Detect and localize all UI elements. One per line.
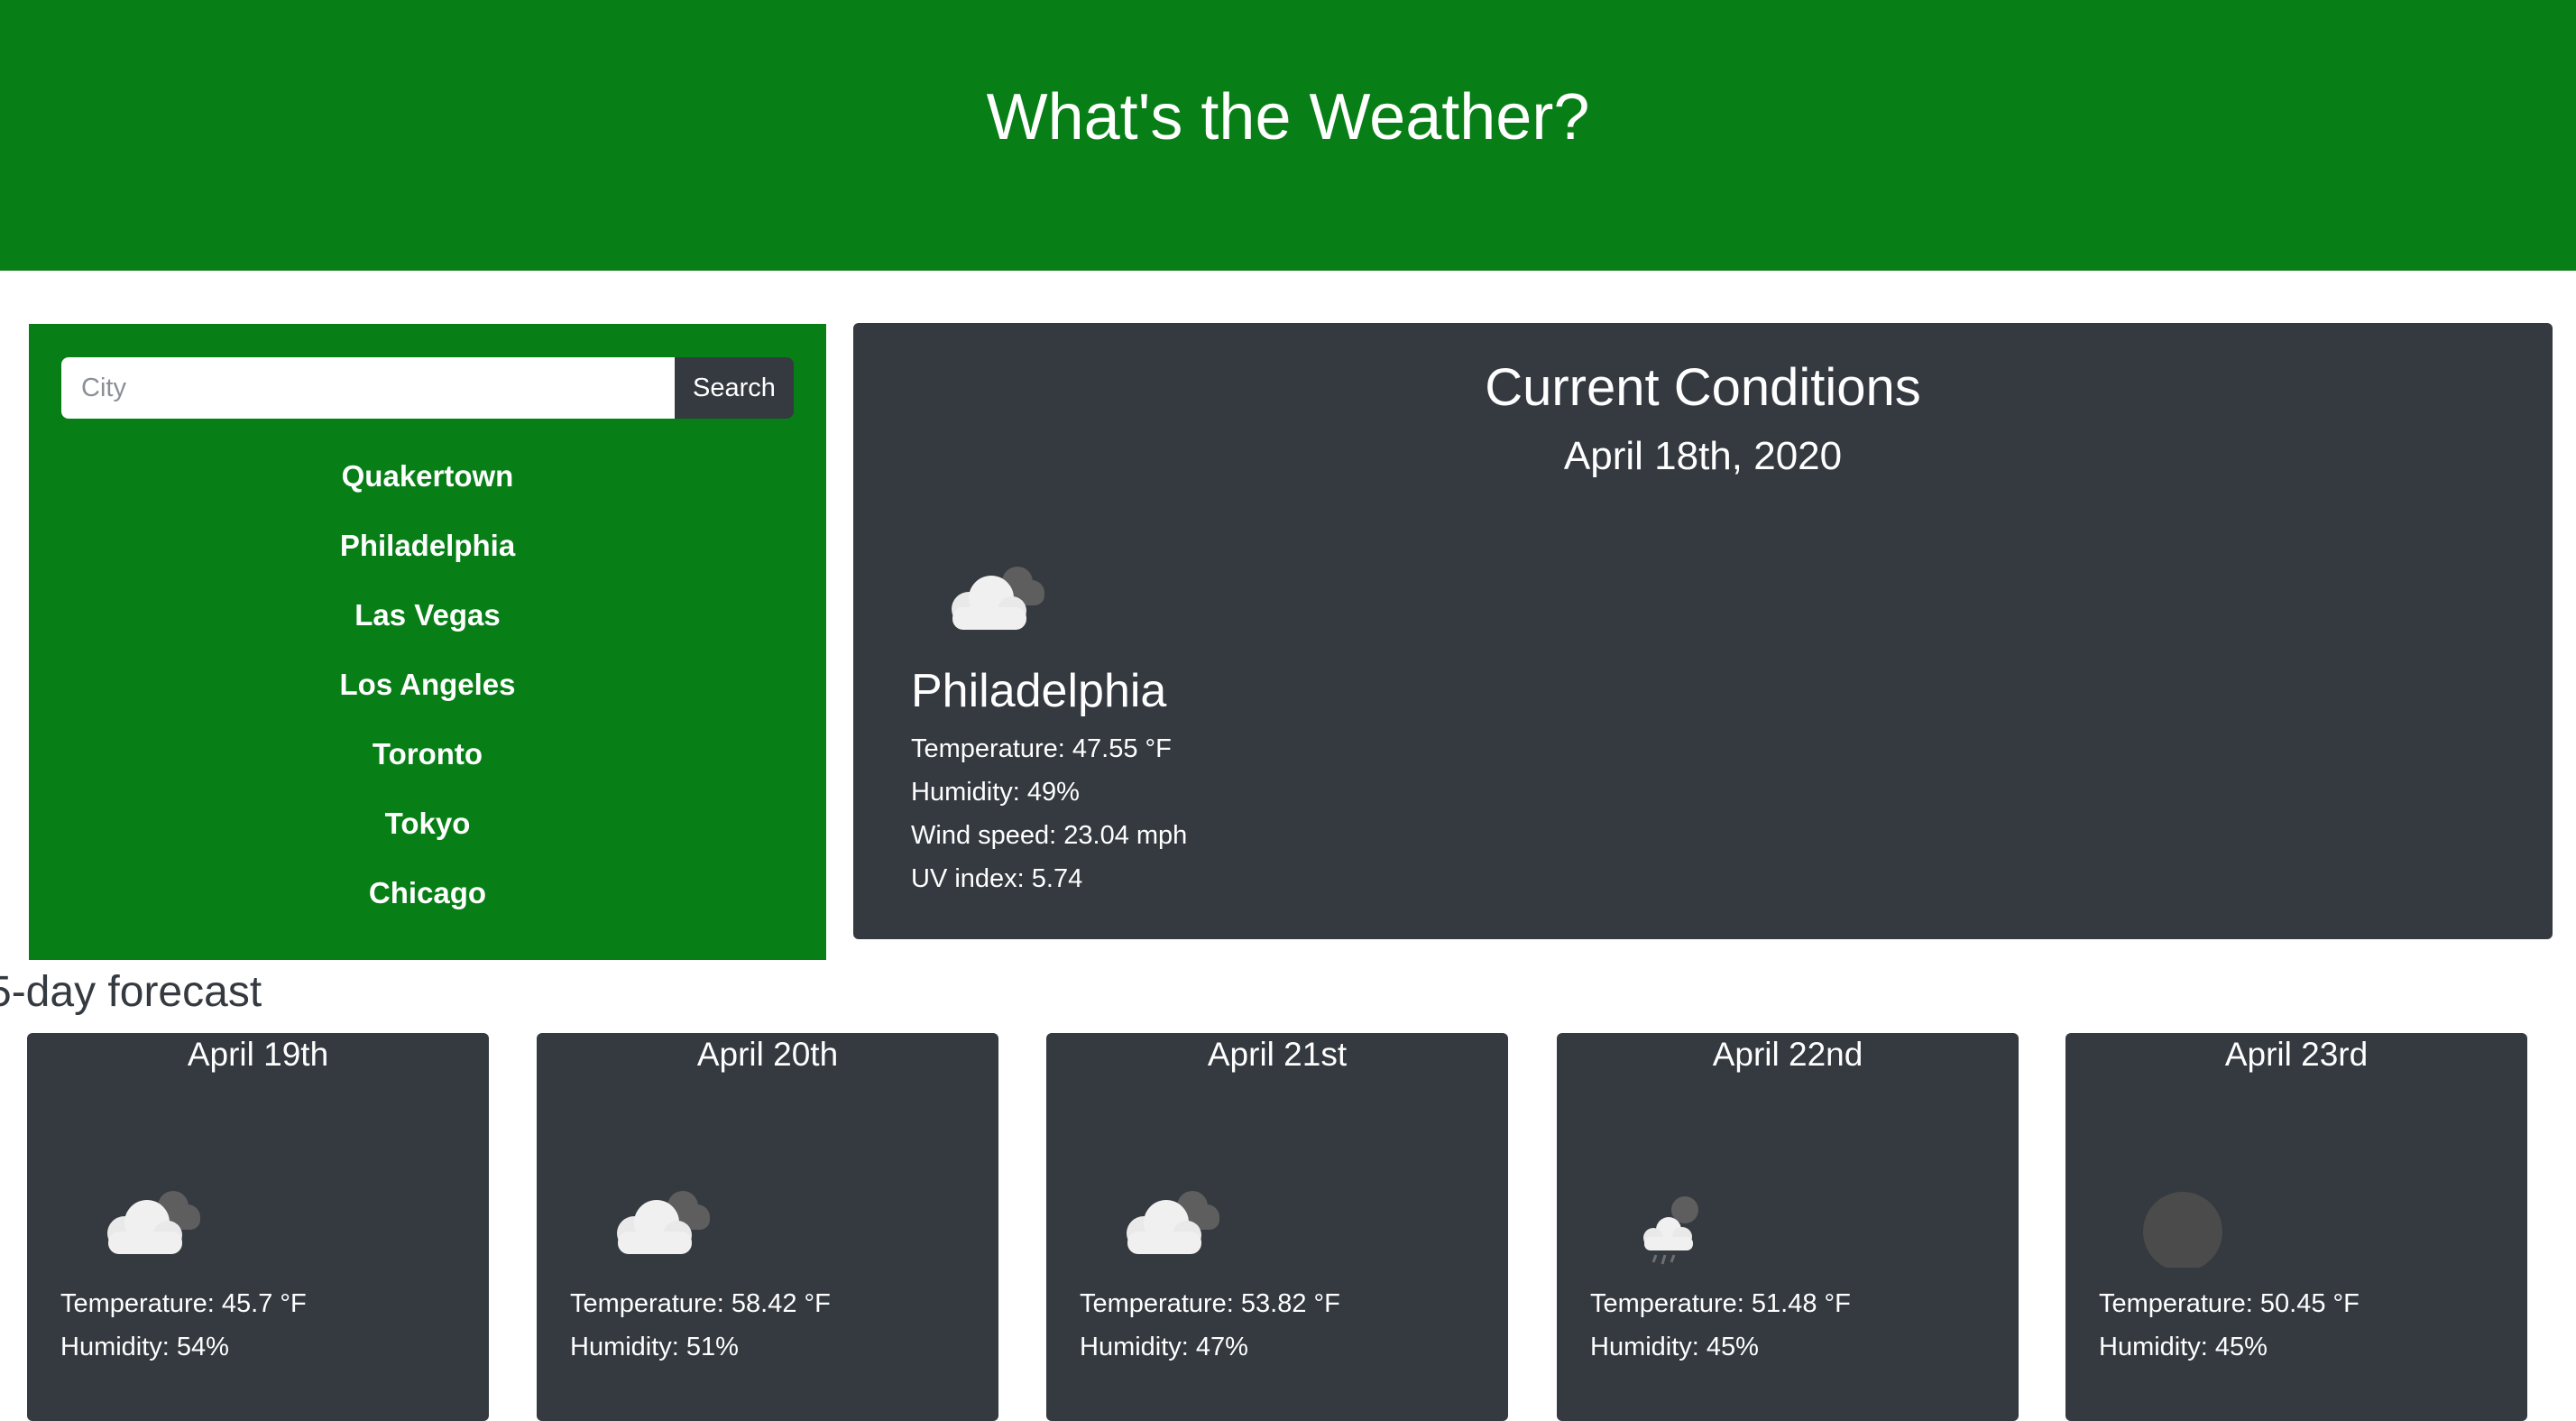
forecast-humidity: Humidity: 51% (570, 1333, 739, 1361)
page-title: What's the Weather? (986, 81, 1590, 153)
current-wind-speed: Wind speed: 23.04 mph (911, 821, 1188, 850)
forecast-humidity: Humidity: 54% (60, 1333, 229, 1361)
forecast-temperature: Temperature: 53.82 °F (1080, 1289, 1340, 1318)
forecast-stats: Temperature: 50.45 °F Humidity: 45% (2099, 1282, 2360, 1369)
page-header: What's the Weather? (0, 0, 2576, 271)
forecast-stats: Temperature: 58.42 °F Humidity: 51% (570, 1282, 831, 1369)
city-item-las-vegas[interactable]: Las Vegas (29, 580, 826, 650)
city-history-list: Quakertown Philadelphia Las Vegas Los An… (29, 441, 826, 927)
current-date: April 18th, 2020 (1563, 434, 1843, 478)
forecast-card: April 22nd Temperature: 51.48 °F Humidit… (1557, 1033, 2019, 1421)
broken-clouds-icon (1100, 1159, 1236, 1268)
forecast-stats: Temperature: 45.7 °F Humidity: 54% (60, 1282, 307, 1369)
forecast-date: April 22nd (1712, 1036, 1863, 1073)
current-conditions-heading: Current Conditions (1485, 358, 1921, 417)
forecast-temperature: Temperature: 45.7 °F (60, 1289, 307, 1318)
rain-cloud-icon (1611, 1159, 1746, 1268)
current-conditions-panel: Current Conditions April 18th, 2020 Phil… (853, 323, 2553, 939)
forecast-card: April 23rd Temperature: 50.45 °F Humidit… (2065, 1033, 2527, 1421)
city-item-tokyo[interactable]: Tokyo (29, 789, 826, 858)
current-uv-index: UV index: 5.74 (911, 864, 1083, 893)
city-item-toronto[interactable]: Toronto (29, 719, 826, 789)
forecast-temperature: Temperature: 58.42 °F (570, 1289, 831, 1318)
forecast-temperature: Temperature: 50.45 °F (2099, 1289, 2360, 1318)
forecast-temperature: Temperature: 51.48 °F (1590, 1289, 1851, 1318)
forecast-humidity: Humidity: 45% (2099, 1333, 2268, 1361)
city-item-los-angeles[interactable]: Los Angeles (29, 650, 826, 719)
forecast-date: April 23rd (2224, 1036, 2369, 1073)
clear-night-icon (2120, 1159, 2255, 1271)
forecast-card: April 20th Temperature: 58.42 °F Humidit… (537, 1033, 998, 1421)
forecast-date: April 20th (696, 1036, 839, 1073)
forecast-card: April 19th Temperature: 45.7 °F Humidity… (27, 1033, 489, 1421)
city-item-quakertown[interactable]: Quakertown (29, 441, 826, 511)
city-search-input[interactable] (61, 357, 675, 419)
forecast-humidity: Humidity: 45% (1590, 1333, 1759, 1361)
city-item-philadelphia[interactable]: Philadelphia (29, 511, 826, 580)
current-temperature: Temperature: 47.55 °F (911, 734, 1172, 763)
current-city-name: Philadelphia (911, 665, 1167, 717)
current-stats: Temperature: 47.55 °F Humidity: 49% Wind… (911, 727, 1187, 900)
forecast-date: April 19th (187, 1036, 329, 1073)
city-sidebar: Search Quakertown Philadelphia Las Vegas… (29, 324, 826, 960)
broken-clouds-icon (925, 535, 1061, 643)
forecast-title: 5-day forecast (0, 968, 262, 1016)
forecast-stats: Temperature: 53.82 °F Humidity: 47% (1080, 1282, 1340, 1369)
city-item-chicago[interactable]: Chicago (29, 858, 826, 927)
search-button[interactable]: Search (675, 357, 794, 419)
forecast-date: April 21st (1207, 1036, 1348, 1073)
current-humidity: Humidity: 49% (911, 778, 1080, 807)
forecast-humidity: Humidity: 47% (1080, 1333, 1248, 1361)
search-form: Search (61, 357, 794, 419)
broken-clouds-icon (81, 1159, 216, 1268)
forecast-card: April 21st Temperature: 53.82 °F Humidit… (1046, 1033, 1508, 1421)
broken-clouds-icon (591, 1159, 726, 1268)
forecast-stats: Temperature: 51.48 °F Humidity: 45% (1590, 1282, 1851, 1369)
